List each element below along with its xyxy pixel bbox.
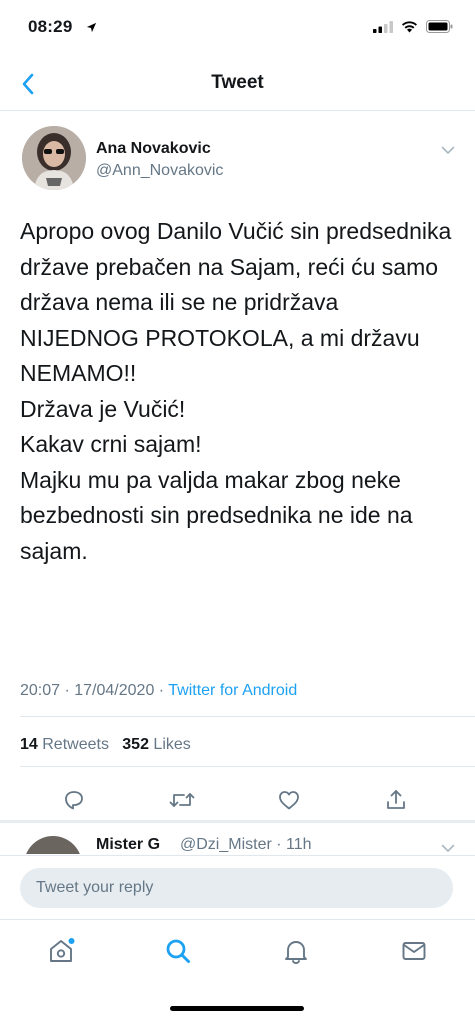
bottom-tab-bar (0, 919, 475, 1025)
tweet-text-line: Apropo ovog Danilo Vučić sin predsednika… (20, 218, 452, 386)
likes-count: 352 (122, 736, 149, 753)
retweet-button[interactable] (166, 784, 198, 816)
author-avatar[interactable] (22, 126, 86, 190)
chevron-down-icon (441, 844, 455, 853)
reply-handle-text: @Dzi_Mister (180, 836, 272, 853)
divider (20, 766, 475, 767)
signal-icon (373, 20, 393, 38)
home-indicator (170, 1006, 304, 1011)
tab-home[interactable] (44, 934, 78, 968)
home-icon (50, 938, 75, 962)
battery-icon (426, 20, 453, 38)
status-time: 08:29 (28, 17, 73, 36)
search-icon (166, 939, 190, 963)
tab-search[interactable] (161, 934, 195, 968)
share-icon (387, 790, 405, 809)
reply-author-handle: @Dzi_Mister · 11h (180, 836, 312, 854)
retweets-count: 14 (20, 736, 38, 753)
tweet-source-link[interactable]: Twitter for Android (168, 682, 297, 699)
reply-button[interactable] (58, 784, 90, 816)
tweet-text-line: Država je Vučić! (20, 395, 186, 422)
bell-icon (285, 941, 307, 964)
tweet-stats: 14 Retweets 352 Likes (20, 736, 191, 754)
reply-time: · 11h (271, 836, 312, 853)
heart-icon (279, 791, 299, 810)
tweet-text-line: Kakav crni sajam! (20, 431, 202, 457)
reply-icon (65, 791, 83, 810)
timestamp-text: 20:07 · 17/04/2020 · (20, 682, 169, 699)
likes-label: Likes (148, 736, 191, 753)
tweet-options-button[interactable] (441, 142, 455, 160)
tweet-text-line: Majku mu pa valjda makar zbog neke bezbe… (20, 466, 413, 564)
tab-notifications[interactable] (279, 934, 313, 968)
page-title: Tweet (211, 72, 264, 93)
reply-input[interactable] (20, 868, 453, 908)
likes-link[interactable]: 352 Likes (122, 736, 191, 753)
wifi-icon (401, 20, 418, 38)
reply-options-button[interactable] (441, 840, 455, 854)
location-arrow-icon (86, 20, 97, 38)
status-bar: 08:29 (0, 0, 475, 58)
retweets-label: Retweets (37, 736, 109, 753)
navigation-bar: Tweet (0, 58, 475, 111)
reply-tweet-preview[interactable]: Mister G @Dzi_Mister · 11h (0, 822, 475, 854)
divider (20, 716, 475, 717)
tweet-actions (0, 776, 475, 820)
reply-avatar[interactable] (24, 836, 82, 854)
like-button[interactable] (273, 784, 305, 816)
chevron-down-icon (441, 146, 455, 155)
status-indicators (373, 20, 453, 38)
tab-messages[interactable] (397, 934, 431, 968)
envelope-icon (402, 942, 426, 960)
retweet-icon (169, 793, 195, 807)
tweet-timestamp: 20:07 · 17/04/2020 · Twitter for Android (20, 682, 297, 700)
tweet-text: Apropo ovog Danilo Vučić sin predsednika… (20, 214, 460, 569)
reply-composer (0, 855, 475, 920)
reply-author-name: Mister G (96, 836, 161, 853)
author-handle[interactable]: @Ann_Novakovic (96, 162, 223, 180)
author-name[interactable]: Ana Novakovic (96, 140, 211, 158)
retweets-link[interactable]: 14 Retweets (20, 736, 109, 753)
share-button[interactable] (380, 784, 412, 816)
